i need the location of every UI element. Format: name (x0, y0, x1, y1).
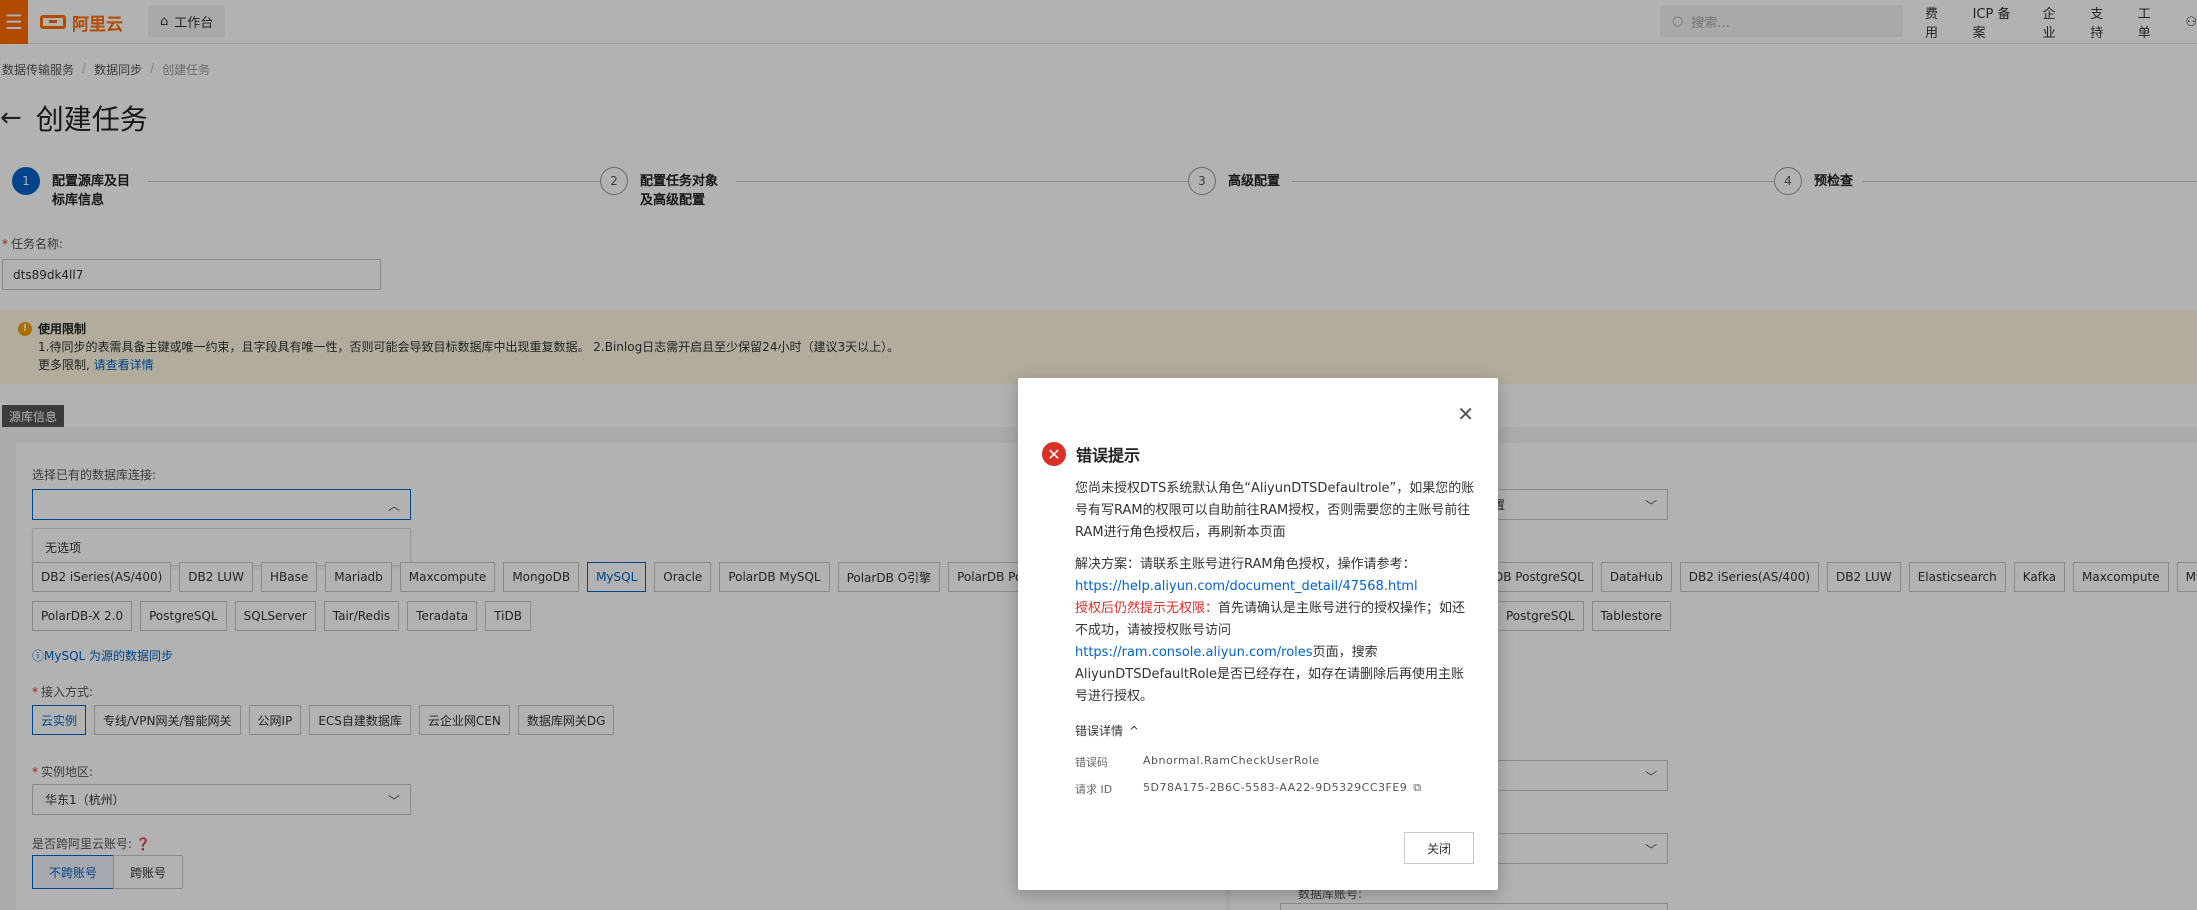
error-code-value: Abnormal.RamCheckUserRole (1143, 754, 1320, 767)
error-code-row: 错误码 Abnormal.RamCheckUserRole (1075, 754, 1320, 769)
error-details-toggle[interactable]: 错误详情 ^ (1075, 722, 1139, 739)
solution-text: 解决方案：请联系主账号进行RAM角色授权，操作请参考： (1075, 557, 1416, 572)
copy-icon[interactable]: ⧉ (1413, 781, 1421, 797)
help-doc-link[interactable]: https://help.aliyun.com/document_detail/… (1075, 579, 1418, 594)
error-message: 您尚未授权DTS系统默认角色“AliyunDTSDefaultrole”，如果您… (1075, 481, 1475, 540)
close-icon[interactable]: ✕ (1457, 402, 1474, 426)
chevron-up-icon: ^ (1129, 723, 1140, 738)
still-no-permission-label: 授权后仍然提示无权限： (1075, 601, 1219, 616)
ram-roles-link[interactable]: https://ram.console.aliyun.com/roles (1075, 645, 1313, 660)
error-icon: ✕ (1042, 442, 1066, 466)
request-id-value: 5D78A175-2B6C-5583-AA22-9D5329CC3FE9 (1143, 781, 1408, 794)
dialog-title: 错误提示 (1076, 446, 1141, 465)
request-id-row: 请求 ID 5D78A175-2B6C-5583-AA22-9D5329CC3FE… (1075, 781, 1422, 797)
dialog-body: 您尚未授权DTS系统默认角色“AliyunDTSDefaultrole”，如果您… (1075, 478, 1475, 708)
dialog-header: ✕ 错误提示 (1042, 442, 1140, 466)
error-dialog: ✕ ✕ 错误提示 您尚未授权DTS系统默认角色“AliyunDTSDefault… (1018, 378, 1498, 890)
close-button[interactable]: 关闭 (1404, 832, 1474, 864)
